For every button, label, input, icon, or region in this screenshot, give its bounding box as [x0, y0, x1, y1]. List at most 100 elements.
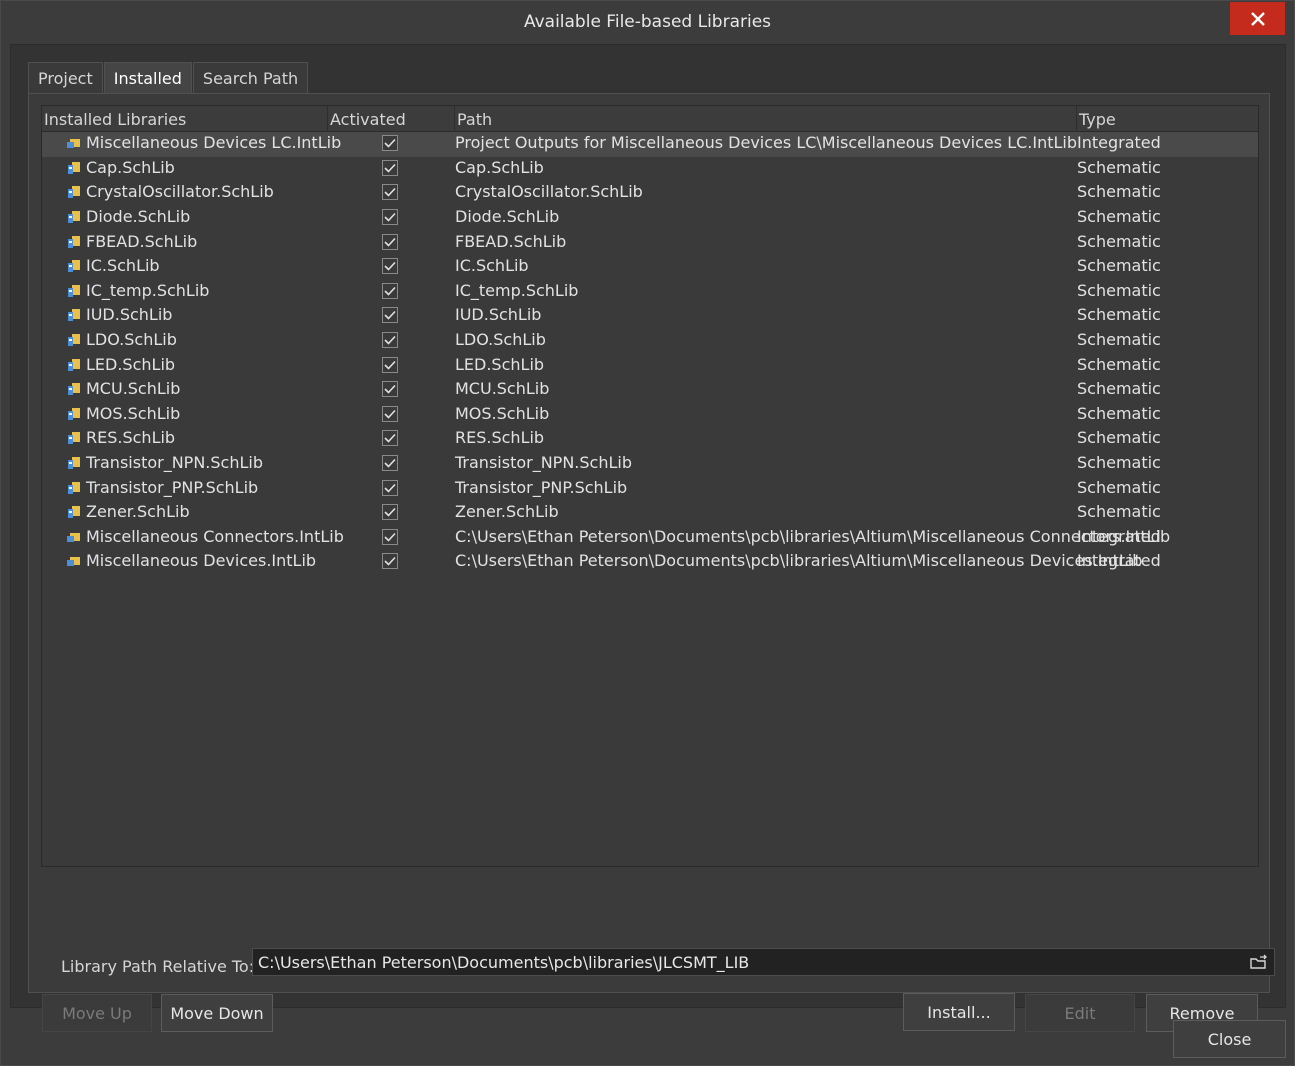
table-row[interactable]: Diode.SchLib Diode.SchLib Schematic [42, 206, 1258, 231]
table-row[interactable]: IUD.SchLib IUD.SchLib Schematic [42, 304, 1258, 329]
checkmark-icon [384, 336, 396, 345]
table-row[interactable]: MOS.SchLib MOS.SchLib Schematic [42, 403, 1258, 428]
table-row[interactable]: LED.SchLib LED.SchLib Schematic [42, 353, 1258, 378]
table-row[interactable]: Cap.SchLib Cap.SchLib Schematic [42, 157, 1258, 182]
title-bar: Available File-based Libraries [1, 1, 1294, 43]
tab-installed[interactable]: Installed [103, 62, 192, 94]
grid-header: Installed Libraries Activated Path Type [42, 106, 1258, 132]
checkmark-icon [384, 532, 396, 542]
library-path: IUD.SchLib [455, 305, 542, 325]
schematic-library-icon [68, 284, 80, 297]
table-row[interactable]: FBEAD.SchLib FBEAD.SchLib Schematic [42, 230, 1258, 255]
table-row[interactable]: Miscellaneous Connectors.IntLib C:\Users\… [42, 526, 1258, 551]
integrated-library-icon [67, 557, 80, 567]
schematic-library-icon [68, 432, 80, 445]
checkmark-icon [384, 360, 396, 370]
tab-strip: Project Installed Search Path [28, 62, 309, 94]
library-name: LED.SchLib [86, 354, 176, 374]
schematic-library-icon [68, 309, 80, 322]
library-name: MCU.SchLib [86, 379, 181, 399]
library-path-field[interactable]: C:\Users\Ethan Peterson\Documents\pcb\li… [252, 948, 1275, 976]
activated-checkbox[interactable] [382, 209, 398, 226]
checkmark-icon [384, 139, 396, 148]
move-down-button[interactable]: Move Down [161, 994, 273, 1032]
library-path: C:\Users\Ethan Peterson\Documents\pcb\li… [455, 526, 1171, 546]
table-row[interactable]: CrystalOscillator.SchLib CrystalOscillato… [42, 181, 1258, 206]
library-type: Schematic [1077, 330, 1161, 350]
table-row[interactable]: IC.SchLib IC.SchLib Schematic [42, 255, 1258, 280]
schematic-library-icon [68, 383, 80, 396]
library-path-value[interactable]: C:\Users\Ethan Peterson\Documents\pcb\li… [258, 953, 749, 972]
move-up-button[interactable]: Move Up [42, 994, 152, 1032]
table-row[interactable]: Miscellaneous Devices.IntLib C:\Users\Eth… [42, 550, 1258, 575]
activated-checkbox[interactable] [382, 332, 398, 349]
column-header-type[interactable]: Type [1077, 106, 1258, 132]
table-row[interactable]: RES.SchLib RES.SchLib Schematic [42, 427, 1258, 452]
library-name: IC_temp.SchLib [86, 280, 210, 300]
library-name: Diode.SchLib [86, 207, 191, 227]
libraries-grid[interactable]: Installed Libraries Activated Path Type … [41, 105, 1259, 867]
install-button[interactable]: Install... [903, 993, 1015, 1031]
library-name: Cap.SchLib [86, 157, 175, 177]
schematic-library-icon [68, 235, 80, 248]
library-path: MCU.SchLib [455, 379, 550, 399]
activated-checkbox[interactable] [382, 455, 398, 472]
integrated-library-icon [67, 139, 80, 149]
activated-checkbox[interactable] [382, 553, 398, 570]
checkmark-icon [384, 508, 396, 517]
table-row[interactable]: IC_temp.SchLib IC_temp.SchLib Schematic [42, 280, 1258, 305]
library-name: Transistor_PNP.SchLib [86, 477, 259, 497]
close-button[interactable]: Close [1173, 1020, 1286, 1058]
library-path: IC.SchLib [455, 256, 529, 276]
activated-checkbox[interactable] [382, 184, 398, 201]
activated-checkbox[interactable] [382, 381, 398, 398]
tab-project[interactable]: Project [28, 62, 103, 94]
activated-checkbox[interactable] [382, 405, 398, 422]
activated-checkbox[interactable] [382, 258, 398, 275]
checkmark-icon [384, 434, 396, 444]
library-type: Schematic [1077, 428, 1161, 448]
close-window-button[interactable] [1230, 2, 1285, 35]
column-header-activated[interactable]: Activated [328, 106, 455, 132]
column-header-path[interactable]: Path [455, 106, 1077, 132]
library-name: MOS.SchLib [86, 403, 181, 423]
tab-search-path[interactable]: Search Path [192, 62, 309, 94]
activated-checkbox[interactable] [382, 135, 398, 152]
dialog-body: Project Installed Search Path Installed … [10, 44, 1286, 1032]
library-name: CrystalOscillator.SchLib [86, 182, 274, 202]
activated-checkbox[interactable] [382, 356, 398, 373]
activated-checkbox[interactable] [382, 282, 398, 299]
library-name: RES.SchLib [86, 428, 176, 448]
table-row[interactable]: Miscellaneous Devices LC.IntLib Project O… [42, 132, 1258, 157]
activated-checkbox[interactable] [382, 159, 398, 176]
edit-button[interactable]: Edit [1025, 994, 1135, 1032]
activated-checkbox[interactable] [382, 233, 398, 250]
table-row[interactable]: MCU.SchLib MCU.SchLib Schematic [42, 378, 1258, 403]
activated-checkbox[interactable] [382, 430, 398, 447]
table-row[interactable]: LDO.SchLib LDO.SchLib Schematic [42, 329, 1258, 354]
checkmark-icon [384, 459, 396, 468]
schematic-library-icon [68, 334, 80, 347]
library-name: LDO.SchLib [86, 330, 177, 350]
activated-checkbox[interactable] [382, 307, 398, 324]
table-row[interactable]: Transistor_NPN.SchLib Transistor_NPN.SchL… [42, 452, 1258, 477]
activated-checkbox[interactable] [382, 479, 398, 496]
library-name: Miscellaneous Devices.IntLib [86, 551, 317, 571]
library-type: Schematic [1077, 502, 1161, 522]
library-path: Transistor_PNP.SchLib [455, 477, 628, 497]
table-row[interactable]: Zener.SchLib Zener.SchLib Schematic [42, 501, 1258, 526]
activated-checkbox[interactable] [382, 528, 398, 545]
folder-open-icon[interactable] [1250, 954, 1268, 970]
library-type: Schematic [1077, 207, 1161, 227]
checkmark-icon [384, 163, 396, 173]
schematic-library-icon [68, 481, 80, 494]
schematic-library-icon [68, 506, 80, 519]
library-name: Transistor_NPN.SchLib [86, 453, 263, 473]
activated-checkbox[interactable] [382, 504, 398, 521]
library-path: CrystalOscillator.SchLib [455, 182, 643, 202]
library-path: LED.SchLib [455, 354, 545, 374]
library-type: Schematic [1077, 280, 1161, 300]
table-row[interactable]: Transistor_PNP.SchLib Transistor_PNP.SchL… [42, 476, 1258, 501]
installed-tab-panel: Installed Libraries Activated Path Type … [28, 93, 1275, 1032]
column-header-installed-libraries[interactable]: Installed Libraries [42, 106, 328, 132]
